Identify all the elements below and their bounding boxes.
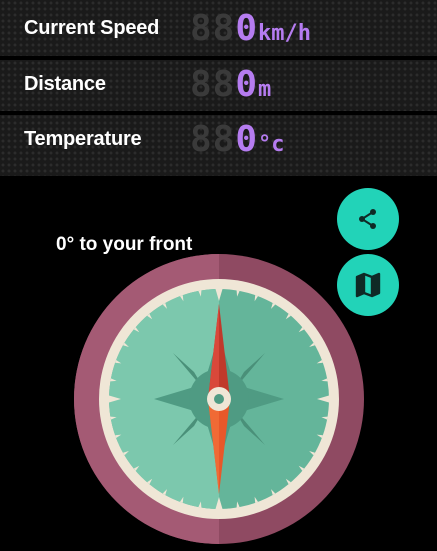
share-icon <box>359 209 376 229</box>
map-icon <box>355 272 381 298</box>
share-button[interactable] <box>337 188 399 250</box>
heading-text: 0° to your front <box>56 234 193 255</box>
needle-pivot-center <box>214 394 224 404</box>
map-button[interactable] <box>337 254 399 316</box>
